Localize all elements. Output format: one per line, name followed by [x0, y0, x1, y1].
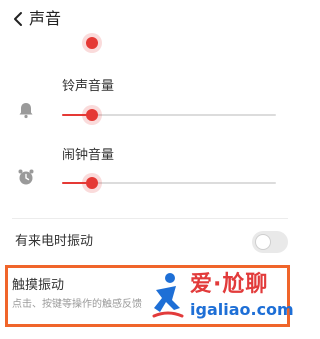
ringtone-volume-row: 铃声音量	[0, 76, 300, 128]
vibrate-on-ring-toggle[interactable]	[252, 231, 288, 253]
alarm-volume-row: 闹钟音量	[0, 145, 300, 197]
alarm-clock-icon	[16, 167, 36, 187]
vibrate-on-ring-label: 有来电时振动	[15, 234, 94, 249]
bell-icon	[16, 100, 36, 120]
watermark: 爱·尬聊 igaliao.com	[150, 268, 294, 328]
haptic-feedback-title: 触摸振动	[12, 278, 65, 293]
alarm-volume-thumb[interactable]	[86, 177, 98, 189]
watermark-title: 爱·尬聊	[190, 272, 269, 297]
header: 声音	[0, 0, 300, 38]
page-title: 声音	[29, 9, 62, 28]
media-volume-slider-thumb[interactable]	[86, 37, 98, 49]
ringtone-volume-thumb[interactable]	[86, 109, 98, 121]
watermark-url: igaliao.com	[190, 300, 294, 319]
alarm-volume-label: 闹钟音量	[62, 148, 115, 163]
ringtone-volume-label: 铃声音量	[62, 79, 115, 94]
toggle-knob	[255, 234, 271, 250]
chevron-left-icon[interactable]	[10, 9, 28, 29]
runner-logo-icon	[150, 270, 186, 324]
divider	[12, 218, 288, 219]
haptic-feedback-description: 点击、按键等操作的触感反馈	[12, 299, 142, 310]
